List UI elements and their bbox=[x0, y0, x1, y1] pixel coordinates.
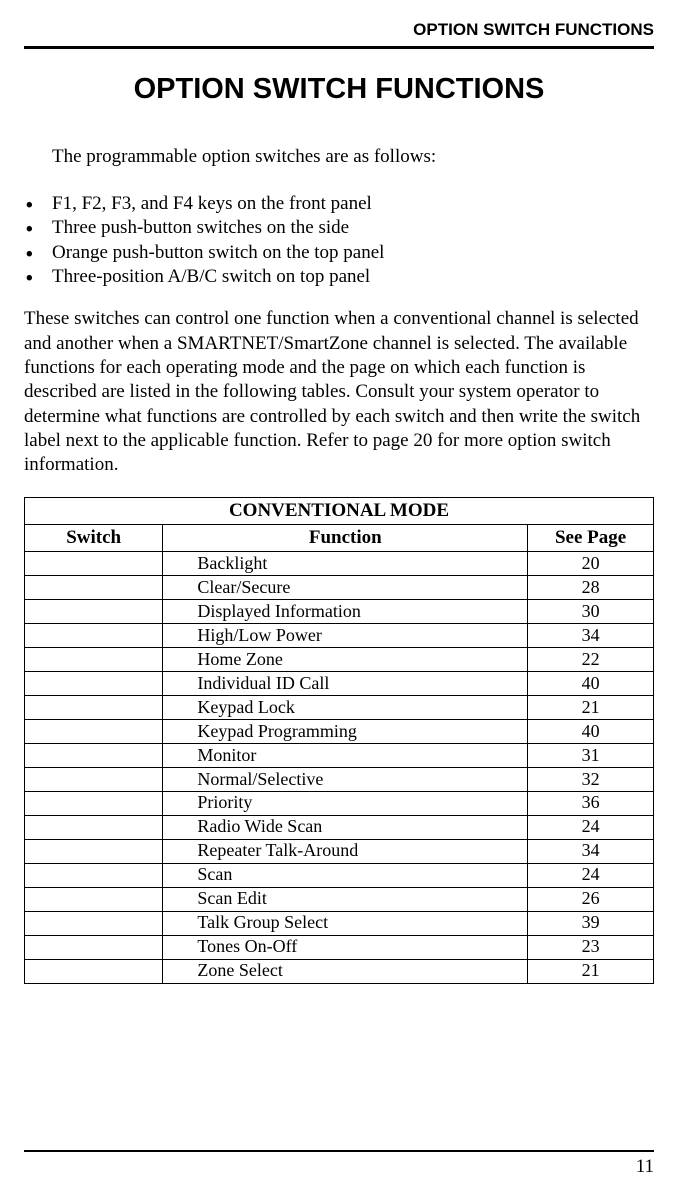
bullet-icon: • bbox=[26, 218, 52, 242]
column-header-page: See Page bbox=[528, 525, 654, 552]
table-mode-header: CONVENTIONAL MODE bbox=[25, 498, 654, 525]
page-cell: 28 bbox=[528, 576, 654, 600]
function-cell: Clear/Secure bbox=[163, 576, 528, 600]
page-cell: 30 bbox=[528, 600, 654, 624]
table-row: Tones On-Off23 bbox=[25, 935, 654, 959]
table-row: Clear/Secure28 bbox=[25, 576, 654, 600]
switch-cell bbox=[25, 839, 163, 863]
switch-cell bbox=[25, 552, 163, 576]
table-row: Zone Select21 bbox=[25, 959, 654, 983]
page-cell: 24 bbox=[528, 863, 654, 887]
list-item-text: Three push-button switches on the side bbox=[52, 216, 349, 240]
table-row: Backlight20 bbox=[25, 552, 654, 576]
switch-cell bbox=[25, 815, 163, 839]
function-cell: Tones On-Off bbox=[163, 935, 528, 959]
page-cell: 36 bbox=[528, 791, 654, 815]
running-header: OPTION SWITCH FUNCTIONS bbox=[24, 20, 654, 46]
function-cell: High/Low Power bbox=[163, 624, 528, 648]
switch-cell bbox=[25, 576, 163, 600]
table-row: Home Zone22 bbox=[25, 648, 654, 672]
bullet-icon: • bbox=[26, 267, 52, 291]
intro-paragraph: The programmable option switches are as … bbox=[24, 146, 654, 168]
table-row: Scan24 bbox=[25, 863, 654, 887]
function-cell: Keypad Lock bbox=[163, 696, 528, 720]
function-cell: Talk Group Select bbox=[163, 911, 528, 935]
function-cell: Monitor bbox=[163, 744, 528, 768]
page-cell: 21 bbox=[528, 696, 654, 720]
switch-cell bbox=[25, 744, 163, 768]
function-cell: Zone Select bbox=[163, 959, 528, 983]
switch-cell bbox=[25, 959, 163, 983]
list-item-text: F1, F2, F3, and F4 keys on the front pan… bbox=[52, 192, 372, 216]
bullet-icon: • bbox=[26, 243, 52, 267]
page-cell: 39 bbox=[528, 911, 654, 935]
table-row: Monitor31 bbox=[25, 744, 654, 768]
table-row: Individual ID Call40 bbox=[25, 672, 654, 696]
function-cell: Priority bbox=[163, 791, 528, 815]
page-cell: 26 bbox=[528, 887, 654, 911]
explanation-paragraph: These switches can control one function … bbox=[24, 307, 654, 477]
list-item: •Three-position A/B/C switch on top pane… bbox=[24, 265, 654, 289]
page-cell: 20 bbox=[528, 552, 654, 576]
switch-cell bbox=[25, 600, 163, 624]
switch-cell bbox=[25, 887, 163, 911]
switch-cell bbox=[25, 696, 163, 720]
function-cell: Normal/Selective bbox=[163, 768, 528, 792]
header-rule bbox=[24, 46, 654, 49]
switch-cell bbox=[25, 911, 163, 935]
bullet-icon: • bbox=[26, 194, 52, 218]
page-cell: 31 bbox=[528, 744, 654, 768]
table-row: Scan Edit26 bbox=[25, 887, 654, 911]
page-cell: 22 bbox=[528, 648, 654, 672]
function-cell: Backlight bbox=[163, 552, 528, 576]
function-cell: Individual ID Call bbox=[163, 672, 528, 696]
page-cell: 34 bbox=[528, 624, 654, 648]
table-row: Keypad Programming40 bbox=[25, 720, 654, 744]
switch-cell bbox=[25, 863, 163, 887]
page-cell: 21 bbox=[528, 959, 654, 983]
table-row: Repeater Talk-Around34 bbox=[25, 839, 654, 863]
switch-cell bbox=[25, 672, 163, 696]
column-header-switch: Switch bbox=[25, 525, 163, 552]
table-row: Radio Wide Scan24 bbox=[25, 815, 654, 839]
page-cell: 24 bbox=[528, 815, 654, 839]
function-cell: Scan bbox=[163, 863, 528, 887]
page-title: OPTION SWITCH FUNCTIONS bbox=[24, 73, 654, 106]
table-row: Normal/Selective32 bbox=[25, 768, 654, 792]
function-cell: Radio Wide Scan bbox=[163, 815, 528, 839]
table-row: Talk Group Select39 bbox=[25, 911, 654, 935]
table-row: Keypad Lock21 bbox=[25, 696, 654, 720]
list-item: •Three push-button switches on the side bbox=[24, 216, 654, 240]
switch-cell bbox=[25, 768, 163, 792]
page-number: 11 bbox=[24, 1150, 654, 1178]
function-cell: Repeater Talk-Around bbox=[163, 839, 528, 863]
switch-cell bbox=[25, 648, 163, 672]
page-cell: 40 bbox=[528, 720, 654, 744]
function-cell: Home Zone bbox=[163, 648, 528, 672]
function-cell: Displayed Information bbox=[163, 600, 528, 624]
page-cell: 40 bbox=[528, 672, 654, 696]
list-item: •Orange push-button switch on the top pa… bbox=[24, 241, 654, 265]
switch-cell bbox=[25, 935, 163, 959]
list-item-text: Orange push-button switch on the top pan… bbox=[52, 241, 384, 265]
table-row: Priority36 bbox=[25, 791, 654, 815]
page-cell: 23 bbox=[528, 935, 654, 959]
function-cell: Scan Edit bbox=[163, 887, 528, 911]
switch-cell bbox=[25, 624, 163, 648]
table-row: Displayed Information30 bbox=[25, 600, 654, 624]
table-body: Backlight20Clear/Secure28Displayed Infor… bbox=[25, 552, 654, 983]
switch-list: •F1, F2, F3, and F4 keys on the front pa… bbox=[24, 192, 654, 289]
function-table: CONVENTIONAL MODE Switch Function See Pa… bbox=[24, 497, 654, 983]
switch-cell bbox=[25, 791, 163, 815]
table-row: High/Low Power34 bbox=[25, 624, 654, 648]
list-item-text: Three-position A/B/C switch on top panel bbox=[52, 265, 370, 289]
switch-cell bbox=[25, 720, 163, 744]
page-cell: 32 bbox=[528, 768, 654, 792]
column-header-function: Function bbox=[163, 525, 528, 552]
page-cell: 34 bbox=[528, 839, 654, 863]
function-cell: Keypad Programming bbox=[163, 720, 528, 744]
list-item: •F1, F2, F3, and F4 keys on the front pa… bbox=[24, 192, 654, 216]
